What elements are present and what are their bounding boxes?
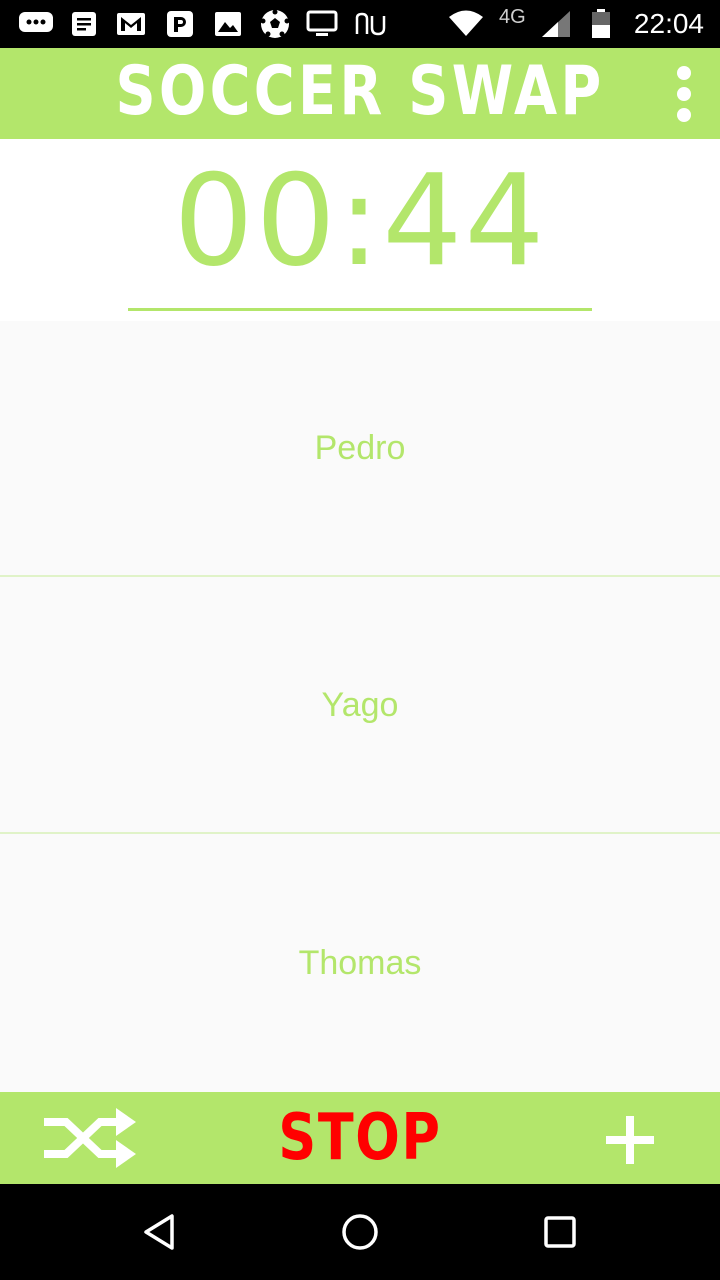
- player-name: Pedro: [314, 428, 406, 467]
- player-row[interactable]: Yago: [0, 578, 720, 834]
- wifi-icon: [448, 10, 484, 38]
- system-nav-bar: [0, 1184, 720, 1280]
- parking-app-icon: [166, 10, 194, 38]
- player-row[interactable]: Pedro: [0, 321, 720, 577]
- image-icon: [214, 10, 242, 38]
- battery-icon: [590, 9, 612, 38]
- plus-icon[interactable]: [602, 1112, 658, 1168]
- timer-underline: [128, 308, 592, 311]
- timer-panel: 00:44: [0, 139, 720, 321]
- back-icon[interactable]: [136, 1208, 184, 1256]
- gmail-icon: [116, 10, 146, 38]
- player-name: Yago: [321, 685, 399, 724]
- shuffle-icon[interactable]: [40, 1106, 140, 1170]
- soccer-ball-icon: [260, 9, 290, 38]
- player-row[interactable]: Thomas: [0, 835, 720, 1091]
- app-bar: SOCCER SWAP: [0, 48, 720, 139]
- tv-icon: [306, 10, 338, 38]
- status-clock: 22:04: [633, 8, 704, 39]
- timer-display: 00:44: [173, 147, 547, 294]
- player-name: Thomas: [298, 943, 422, 982]
- app-title: SOCCER SWAP: [115, 52, 605, 131]
- message-icon: [70, 10, 98, 38]
- recents-icon[interactable]: [536, 1208, 584, 1256]
- bottom-action-bar: STOP: [0, 1092, 720, 1184]
- signal-icon: [540, 10, 572, 38]
- chat-bubble-icon: [18, 10, 54, 38]
- status-bar: 4G 22:04: [0, 0, 720, 48]
- network-type-label: 4G: [499, 6, 526, 28]
- player-list: Pedro Yago Thomas: [0, 321, 720, 1092]
- stop-button[interactable]: STOP: [278, 1100, 442, 1176]
- home-icon[interactable]: [336, 1208, 384, 1256]
- more-vert-icon[interactable]: [676, 66, 692, 122]
- nu-app-icon: [354, 10, 390, 38]
